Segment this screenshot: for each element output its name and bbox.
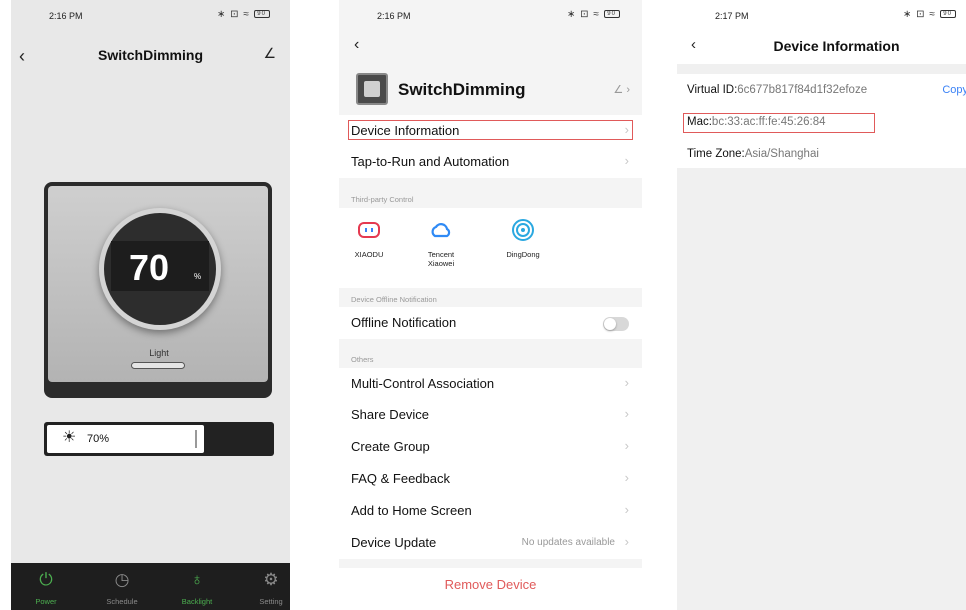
- nav-power[interactable]: ⏻ Power: [16, 569, 76, 606]
- create-group-row[interactable]: Create Group ›: [339, 431, 642, 463]
- remove-device-label: Remove Device: [444, 577, 537, 592]
- timezone-row: Time Zone:Asia/Shanghai: [687, 148, 819, 160]
- app-header: ‹ Device Information: [677, 30, 966, 64]
- xiaodu-icon: [358, 222, 380, 238]
- tap-to-run-row[interactable]: Tap-to-Run and Automation ›: [339, 146, 642, 178]
- virtual-id-key: Virtual ID:: [687, 84, 738, 96]
- page-title: Device Information: [773, 38, 900, 54]
- edit-icon[interactable]: ∠: [263, 45, 276, 62]
- chevron-right-icon: ›: [624, 375, 629, 390]
- cloud-icon: [431, 223, 451, 238]
- virtual-id-row: Virtual ID:6c677b817f84d1f32efoze: [687, 84, 867, 96]
- status-bar: 2:17 PM ∗ ⊡ ≈ 90: [677, 0, 966, 30]
- row-label: Share Device: [351, 407, 430, 422]
- row-label: Device Update: [351, 535, 437, 550]
- timezone-value: Asia/Shanghai: [744, 148, 819, 160]
- battery-icon: 90: [603, 10, 620, 19]
- faq-feedback-row[interactable]: FAQ & Feedback ›: [339, 463, 642, 495]
- mac-row: Mac:bc:33:ac:ff:fe:45:26:84: [687, 116, 826, 128]
- status-time: 2:16 PM: [377, 11, 411, 21]
- power-icon: ⏻: [39, 570, 53, 589]
- row-label: Offline Notification: [351, 315, 457, 330]
- edit-icon[interactable]: ∠ ›: [613, 83, 630, 96]
- offline-notification-toggle[interactable]: [603, 317, 629, 331]
- brightness-slider[interactable]: [44, 422, 274, 456]
- nav-label: Backlight: [181, 597, 213, 606]
- battery-icon: 90: [253, 10, 270, 19]
- bluetooth-wifi-icon: ∗ ⊡ ≈: [903, 9, 936, 20]
- chevron-right-icon: ›: [624, 534, 629, 549]
- device-info-list: Virtual ID:6c677b817f84d1f32efoze Copy M…: [677, 74, 966, 168]
- dingdong-icon: [512, 219, 534, 241]
- status-time: 2:17 PM: [715, 11, 749, 21]
- remove-device-button[interactable]: Remove Device: [339, 568, 642, 610]
- nav-label: Schedule: [106, 597, 138, 606]
- third-party-dingdong[interactable]: DingDong: [493, 218, 553, 259]
- brightness-percent: 70%: [87, 433, 110, 445]
- gear-icon: ⚙: [263, 570, 279, 589]
- device-header-row[interactable]: SwitchDimming ∠ ›: [339, 64, 642, 116]
- chevron-right-icon: ›: [624, 502, 629, 517]
- mac-value: bc:33:ac:ff:fe:45:26:84: [711, 116, 826, 128]
- page-title: SwitchDimming: [97, 47, 203, 63]
- multi-control-row[interactable]: Multi-Control Association ›: [339, 368, 642, 400]
- nav-label: Setting: [259, 597, 283, 606]
- update-status: No updates available: [521, 537, 615, 548]
- third-party-xiaodu[interactable]: XIAODU: [339, 218, 399, 259]
- nav-backlight[interactable]: ♁ Backlight: [167, 569, 227, 606]
- chevron-right-icon: ›: [624, 438, 629, 453]
- section-label: Device Offline Notification: [351, 295, 437, 304]
- bulb-icon: ♁: [190, 570, 204, 589]
- row-label: Create Group: [351, 439, 430, 454]
- third-party-label: Tencent Xiaowei: [427, 250, 455, 268]
- nav-schedule[interactable]: ◷ Schedule: [92, 569, 152, 606]
- light-label: Light: [149, 348, 169, 358]
- clock-icon: ◷: [114, 570, 130, 589]
- device-name: SwitchDimming: [398, 80, 526, 99]
- device-information-screen: 2:17 PM ∗ ⊡ ≈ 90 ‹ Device Information Vi…: [677, 0, 966, 610]
- section-label: Others: [351, 355, 374, 364]
- device-control-screen: 2:16 PM ∗ ⊡ ≈ 90 ‹ SwitchDimming ∠ 70 % …: [11, 0, 290, 610]
- share-device-row[interactable]: Share Device ›: [339, 399, 642, 431]
- row-label: FAQ & Feedback: [351, 471, 450, 486]
- timezone-key: Time Zone:: [687, 148, 745, 160]
- section-label: Third-party Control: [351, 195, 414, 204]
- battery-icon: 90: [939, 10, 956, 19]
- status-bar: 2:16 PM ∗ ⊡ ≈ 90: [339, 0, 642, 30]
- bottom-nav: ⏻ Power ◷ Schedule ♁ Backlight ⚙ Setting: [11, 563, 290, 610]
- status-time: 2:16 PM: [49, 11, 83, 21]
- bluetooth-wifi-icon: ∗ ⊡ ≈: [567, 9, 600, 20]
- virtual-id-value: 6c677b817f84d1f32efoze: [737, 84, 868, 96]
- brightness-handle[interactable]: [195, 430, 197, 448]
- device-thumbnail: [356, 73, 388, 105]
- add-home-screen-row[interactable]: Add to Home Screen ›: [339, 495, 642, 527]
- highlight-box: [348, 120, 633, 140]
- device-update-row[interactable]: Device Update No updates available ›: [339, 527, 642, 559]
- nav-label: Power: [35, 597, 57, 606]
- sun-icon: ☀: [62, 429, 77, 446]
- chevron-right-icon: ›: [624, 406, 629, 421]
- device-settings-screen: 2:16 PM ∗ ⊡ ≈ 90 ‹ SwitchDimming ∠ › Dev…: [339, 0, 642, 610]
- bluetooth-wifi-icon: ∗ ⊡ ≈: [217, 9, 250, 20]
- dimmer-unit: %: [194, 272, 202, 281]
- status-bar: 2:16 PM ∗ ⊡ ≈ 90: [11, 0, 290, 30]
- third-party-label: DingDong: [506, 250, 540, 259]
- mac-key: Mac:: [687, 116, 712, 128]
- row-label: Tap-to-Run and Automation: [351, 154, 510, 169]
- chevron-right-icon: ›: [624, 470, 629, 485]
- third-party-list: XIAODU Tencent Xiaowei DingDong: [339, 208, 642, 288]
- app-header: ‹ SwitchDimming ∠: [11, 30, 290, 82]
- back-icon[interactable]: ‹: [354, 36, 359, 54]
- row-label: Add to Home Screen: [351, 503, 472, 518]
- third-party-label: XIAODU: [354, 250, 384, 259]
- copy-button[interactable]: Copy: [942, 84, 966, 96]
- light-button[interactable]: [131, 362, 185, 369]
- dimmer-value: 70: [129, 247, 170, 288]
- row-label: Multi-Control Association: [351, 376, 495, 391]
- chevron-right-icon: ›: [624, 153, 629, 168]
- nav-setting[interactable]: ⚙ Setting: [241, 569, 290, 606]
- third-party-tencent[interactable]: Tencent Xiaowei: [411, 218, 471, 268]
- offline-notification-row: Offline Notification: [339, 307, 642, 339]
